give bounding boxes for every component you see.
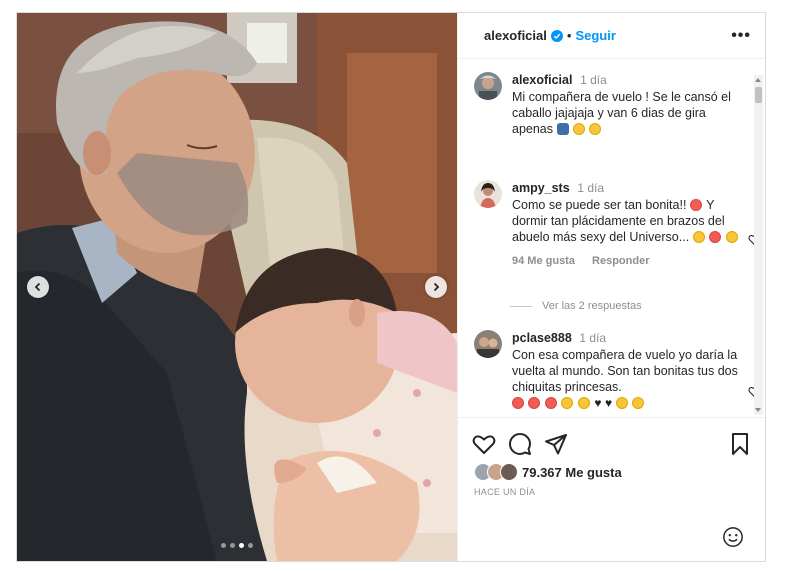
person-emoji-icon (556, 123, 569, 135)
carousel-dot (230, 543, 235, 548)
chevron-right-icon (433, 282, 440, 292)
like-heart-icon[interactable] (472, 432, 496, 456)
verified-icon (550, 29, 563, 42)
post-caption: alexoficial 1 día Mi compañera de vuelo … (474, 72, 750, 137)
smiling-hearts-emoji-icon (725, 231, 738, 243)
action-bar (472, 432, 752, 458)
heart-eyes-emoji-icon (689, 199, 702, 211)
comments-list[interactable]: alexoficial 1 día Mi compañera de vuelo … (458, 60, 765, 416)
comment-icon[interactable] (508, 432, 532, 456)
bookmark-icon[interactable] (728, 432, 752, 456)
scroll-thumb[interactable] (755, 87, 762, 103)
comment-text: Como se puede ser tan bonita!! (512, 198, 687, 212)
heart-eyes-emoji-icon (709, 231, 722, 243)
comment-text: Con esa compañera de vuelo yo daría la v… (512, 348, 738, 394)
view-replies-button[interactable]: Ver las 2 respuestas (510, 300, 642, 312)
more-options-icon[interactable]: ••• (731, 27, 751, 45)
yum-emoji-icon (615, 397, 628, 409)
comment-text-block: Como se puede ser tan bonita!! Y dormir … (512, 197, 740, 245)
comment-like-count[interactable]: 94 Me gusta (512, 255, 575, 267)
comments-scrollbar[interactable] (754, 75, 763, 415)
comment-meta: 94 Me gusta Responder (512, 255, 740, 267)
scroll-up-arrow-icon[interactable] (755, 78, 761, 82)
previous-slide-button[interactable] (27, 276, 49, 298)
emoji-icon[interactable] (722, 526, 744, 548)
post-side-panel: alexoficial • Seguir ••• alexoficial 1 d… (457, 13, 765, 561)
heart-eyes-emoji-icon (528, 397, 541, 409)
commenter-username[interactable]: ampy_sts (512, 181, 570, 195)
black-heart-emoji-icon: ♥ (594, 396, 602, 410)
liker-avatar (500, 463, 518, 481)
smiling-hearts-emoji-icon (561, 397, 574, 409)
yum-emoji-icon (632, 397, 645, 409)
photo-image (17, 13, 457, 561)
carousel-dot (248, 543, 253, 548)
author-username[interactable]: alexoficial (484, 28, 547, 43)
share-icon[interactable] (544, 432, 568, 456)
black-heart-emoji-icon: ♥ (605, 396, 613, 410)
replies-line (510, 305, 532, 307)
commenter-username[interactable]: pclase888 (512, 331, 572, 345)
laughing-emoji-icon (572, 123, 585, 135)
commenter-avatar[interactable] (474, 180, 502, 208)
chevron-left-icon (34, 282, 41, 292)
post-dialog: alexoficial • Seguir ••• alexoficial 1 d… (16, 12, 766, 562)
liker-avatars (474, 463, 520, 481)
carousel-dot-active (239, 543, 244, 548)
commenter-avatar[interactable] (474, 330, 502, 358)
reply-button[interactable]: Responder (592, 255, 649, 267)
comment-item: pclase888 1 día Con esa compañera de vue… (474, 330, 750, 411)
post-header: alexoficial • Seguir ••• (458, 13, 765, 59)
smiling-hearts-emoji-icon (577, 397, 590, 409)
post-photo (17, 13, 457, 561)
scroll-down-arrow-icon[interactable] (755, 408, 761, 412)
header-separator: • (566, 28, 572, 43)
heart-eyes-emoji-icon (512, 397, 524, 409)
likes-summary[interactable]: 79.367 Me gusta (474, 463, 622, 481)
caption-username[interactable]: alexoficial (512, 73, 572, 87)
caption-text: Mi compañera de vuelo ! Se le cansó el c… (512, 90, 731, 136)
comment-text-block: Con esa compañera de vuelo yo daría la v… (512, 347, 740, 411)
yum-emoji-icon (692, 231, 705, 243)
laughing-emoji-icon (589, 123, 602, 135)
follow-button[interactable]: Seguir (575, 28, 615, 43)
post-footer: 79.367 Me gusta HACE UN DÍA (458, 417, 765, 561)
caption-time[interactable]: 1 día (580, 73, 607, 87)
carousel-dot (221, 543, 226, 548)
post-timestamp[interactable]: HACE UN DÍA (474, 487, 535, 497)
carousel-indicator (221, 543, 253, 548)
caption-text-block: Mi compañera de vuelo ! Se le cansó el c… (512, 89, 740, 137)
view-replies-label: Ver las 2 respuestas (542, 300, 642, 312)
comment-time[interactable]: 1 día (579, 331, 606, 345)
author-avatar[interactable] (474, 72, 502, 100)
heart-eyes-emoji-icon (544, 397, 557, 409)
next-slide-button[interactable] (425, 276, 447, 298)
comment-time[interactable]: 1 día (577, 181, 604, 195)
comment-item: ampy_sts 1 día Como se puede ser tan bon… (474, 180, 750, 267)
likes-count[interactable]: 79.367 Me gusta (522, 465, 622, 480)
